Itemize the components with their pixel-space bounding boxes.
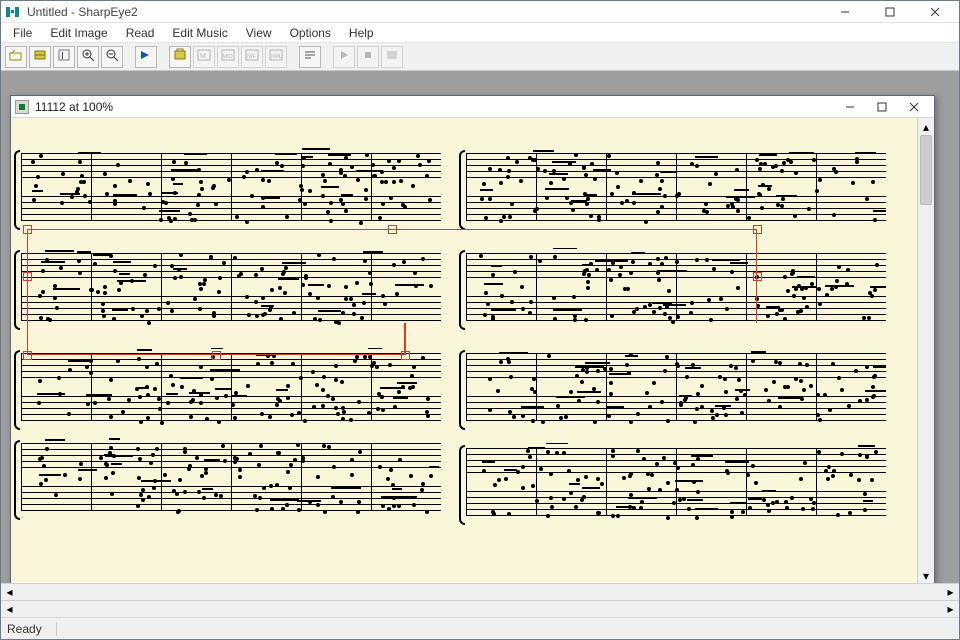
scroll-right-icon[interactable]: ▸	[942, 584, 959, 600]
document-icon	[15, 100, 29, 114]
selection-handle[interactable]	[23, 225, 32, 234]
menu-read[interactable]: Read	[118, 24, 163, 42]
maximize-button[interactable]	[867, 1, 912, 23]
menu-edit-image[interactable]: Edit Image	[42, 24, 115, 42]
open-image-icon	[9, 48, 23, 65]
document-close-button[interactable]	[898, 97, 930, 117]
scan-icon	[33, 48, 47, 65]
statusbar: Ready	[1, 617, 959, 639]
zoom-out-icon	[105, 48, 119, 65]
scroll-left-icon[interactable]: ◂	[1, 601, 18, 617]
document-window: 11112 at 100%	[10, 95, 935, 585]
scroll-up-icon[interactable]: ▴	[918, 118, 934, 135]
window-title: Untitled - SharpEye2	[27, 5, 138, 19]
selection-handle[interactable]	[753, 225, 762, 234]
menu-options[interactable]: Options	[282, 24, 339, 42]
scroll-left-icon[interactable]: ◂	[1, 584, 18, 600]
save-music-button[interactable]	[169, 46, 191, 68]
edit-warnings-icon	[303, 48, 317, 65]
export-niff-button: NIF	[241, 46, 263, 68]
document-maximize-button[interactable]	[866, 97, 898, 117]
app-window: Untitled - SharpEye2 File Edit Image Rea…	[0, 0, 960, 640]
workspace-horizontal-scrollbar[interactable]: ◂ ▸	[1, 583, 959, 600]
menu-file[interactable]: File	[5, 24, 40, 42]
scroll-thumb[interactable]	[920, 135, 932, 205]
scroll-track[interactable]	[18, 584, 942, 600]
status-divider	[56, 622, 57, 636]
selection-handle[interactable]	[753, 272, 762, 281]
svg-text:M: M	[200, 53, 206, 60]
scan-button[interactable]	[29, 46, 51, 68]
export-midi-button: MID	[217, 46, 239, 68]
scroll-down-icon[interactable]: ▾	[918, 567, 934, 584]
zoom-in-icon	[81, 48, 95, 65]
export-mro-icon: M	[197, 48, 211, 65]
app-icon	[5, 4, 21, 20]
app-horizontal-scrollbar[interactable]: ◂ ▸	[1, 600, 959, 617]
selection-handle[interactable]	[23, 351, 32, 360]
edit-warnings-button[interactable]	[299, 46, 321, 68]
export-midi-icon: MID	[221, 48, 235, 65]
svg-text:NIF: NIF	[247, 54, 257, 60]
score-canvas[interactable]	[11, 118, 917, 584]
arrow-right-icon	[139, 48, 153, 65]
selection-rectangle[interactable]	[27, 229, 757, 323]
menu-view[interactable]: View	[238, 24, 280, 42]
export-xml-button: XML	[265, 46, 287, 68]
status-text: Ready	[7, 622, 56, 636]
scroll-track[interactable]	[918, 135, 934, 567]
minimize-button[interactable]	[822, 1, 867, 23]
mdi-workspace: 11112 at 100%	[1, 71, 959, 600]
document-minimize-button[interactable]	[834, 97, 866, 117]
document-title: 11112 at 100%	[35, 100, 113, 114]
play-icon	[337, 48, 351, 65]
text-tool-button[interactable]: I	[53, 46, 75, 68]
zoom-in-button[interactable]	[77, 46, 99, 68]
menu-help[interactable]: Help	[341, 24, 382, 42]
svg-text:XML: XML	[271, 54, 282, 60]
text-tool-icon: I	[57, 48, 71, 65]
close-button[interactable]	[912, 1, 957, 23]
menubar: File Edit Image Read Edit Music View Opt…	[1, 23, 959, 43]
stop-icon	[361, 48, 375, 65]
page-right	[466, 118, 886, 584]
zoom-out-button[interactable]	[101, 46, 123, 68]
scroll-track[interactable]	[18, 601, 942, 617]
vertical-scrollbar[interactable]: ▴ ▾	[917, 118, 934, 584]
export-niff-icon: NIF	[245, 48, 259, 65]
staff-tool-button	[381, 46, 403, 68]
svg-text:I: I	[61, 51, 64, 62]
document-titlebar[interactable]: 11112 at 100%	[11, 96, 934, 118]
selection-handle[interactable]	[388, 225, 397, 234]
open-image-button[interactable]	[5, 46, 27, 68]
stop-button	[357, 46, 379, 68]
read-button[interactable]	[135, 46, 157, 68]
selection-handle[interactable]	[212, 351, 221, 360]
svg-text:MID: MID	[223, 54, 233, 60]
save-music-icon	[173, 48, 187, 65]
scroll-right-icon[interactable]: ▸	[942, 601, 959, 617]
selection-handle[interactable]	[23, 272, 32, 281]
menu-edit-music[interactable]: Edit Music	[164, 24, 235, 42]
export-xml-icon: XML	[269, 48, 283, 65]
toolbar: I M MID NIF XML	[1, 43, 959, 71]
staff-tool-icon	[385, 48, 399, 65]
titlebar: Untitled - SharpEye2	[1, 1, 959, 23]
export-mro-button: M	[193, 46, 215, 68]
play-button	[333, 46, 355, 68]
